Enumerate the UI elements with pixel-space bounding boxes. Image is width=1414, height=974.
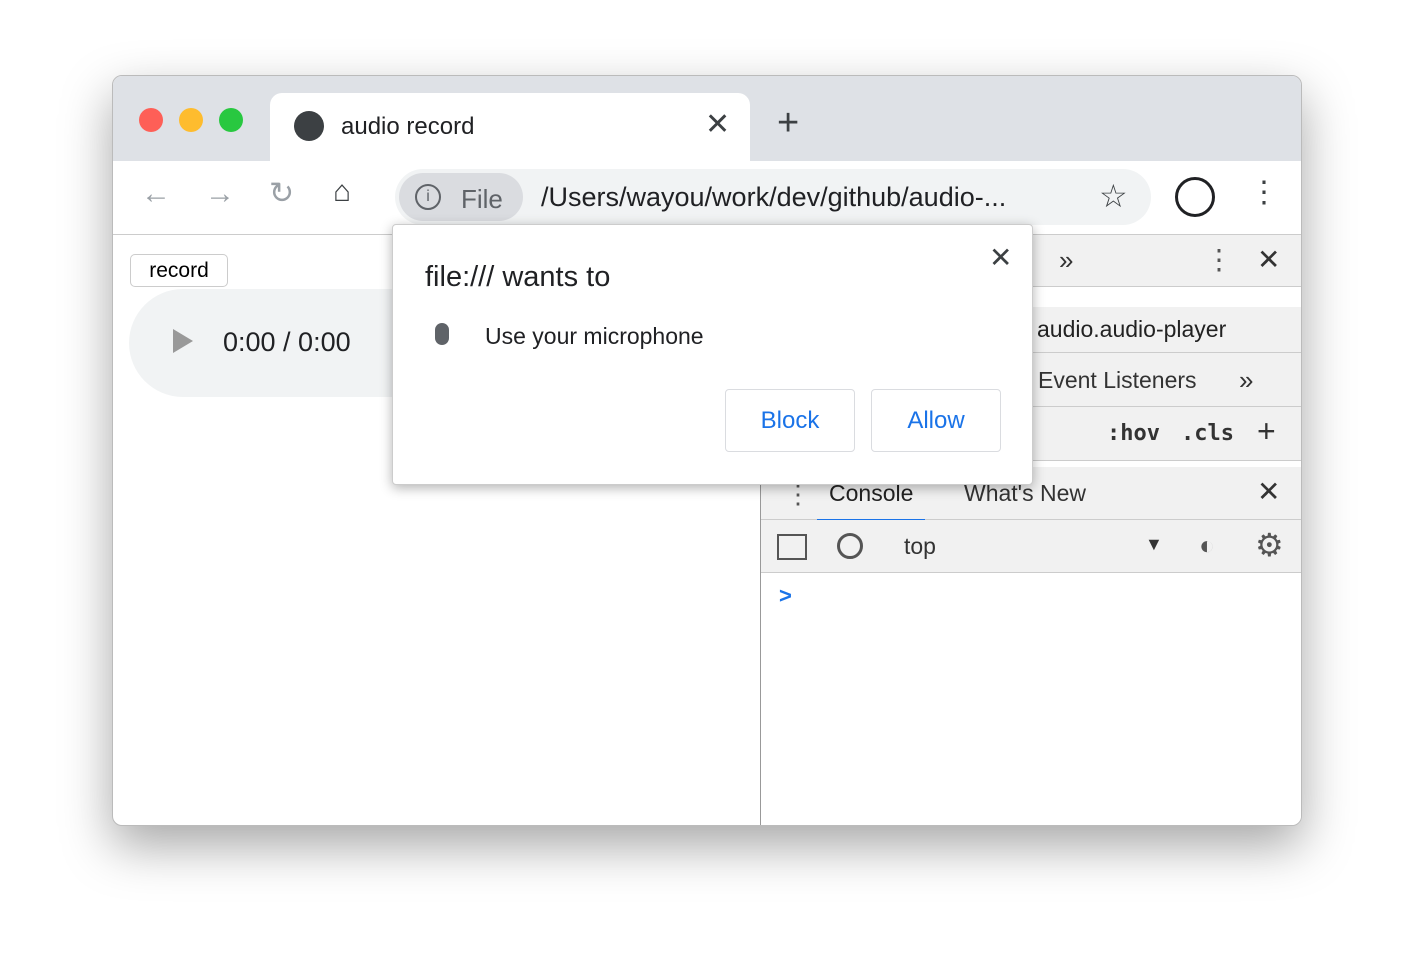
tab-title: audio record [341, 113, 475, 140]
site-info-chip[interactable]: i File [399, 173, 523, 221]
chip-label: File [461, 184, 503, 214]
omnibox[interactable]: i File /Users/wayou/work/dev/github/audi… [395, 169, 1151, 225]
bookmark-star-icon[interactable]: ☆ [1099, 177, 1128, 215]
incognito-avatar-icon[interactable] [1175, 177, 1215, 217]
devtools-menu-icon[interactable]: ⋮ [1205, 243, 1233, 276]
tab-strip: audio record ✕ + [113, 76, 1301, 161]
reload-icon[interactable]: ↻ [269, 176, 294, 211]
clear-console-icon[interactable] [837, 533, 863, 559]
block-button[interactable]: Block [725, 389, 855, 452]
globe-icon [294, 111, 324, 141]
more-tabs-icon[interactable]: » [1059, 245, 1073, 276]
microphone-icon [435, 323, 449, 345]
tab-audio-record[interactable]: audio record ✕ [270, 93, 750, 161]
close-drawer-icon[interactable]: ✕ [1257, 475, 1280, 508]
browser-window: audio record ✕ + ← → ↻ ⌂ i File /Users/w… [112, 75, 1302, 826]
live-expression-eye-icon[interactable]: ◐ [1199, 530, 1215, 561]
sidebar-toggle-icon[interactable] [777, 534, 807, 560]
close-tab-icon[interactable]: ✕ [705, 107, 730, 142]
permission-text: Use your microphone [485, 323, 704, 349]
cls-toggle[interactable]: .cls [1181, 421, 1234, 446]
dropdown-arrow-icon[interactable]: ▼ [1145, 534, 1163, 555]
close-dialog-icon[interactable]: ✕ [989, 241, 1012, 274]
zoom-window-button[interactable] [219, 108, 243, 132]
tab-event-listeners[interactable]: Event Listeners [1038, 367, 1197, 394]
player-time: 0:00 / 0:00 [223, 327, 351, 357]
info-icon: i [415, 184, 441, 210]
back-icon[interactable]: ← [141, 177, 171, 211]
allow-button[interactable]: Allow [871, 389, 1001, 452]
minimize-window-button[interactable] [179, 108, 203, 132]
breadcrumb-element[interactable]: audio.audio-player [1037, 316, 1226, 343]
console-toolbar: top ▼ ◐ ⚙ [761, 520, 1301, 573]
forward-icon[interactable]: → [205, 177, 235, 211]
context-selector[interactable]: top [904, 533, 936, 560]
home-icon[interactable]: ⌂ [333, 175, 351, 209]
new-tab-button[interactable]: + [777, 102, 799, 145]
more-sidebar-tabs-icon[interactable]: » [1239, 365, 1253, 396]
play-icon[interactable] [173, 329, 193, 353]
tab-console[interactable]: Console [817, 480, 926, 522]
permission-dialog: file:/// wants to ✕ Use your microphone … [392, 224, 1033, 485]
record-button[interactable]: record [130, 254, 228, 287]
console-prompt[interactable]: > [779, 583, 792, 609]
close-devtools-icon[interactable]: ✕ [1257, 243, 1280, 276]
menu-icon[interactable]: ⋮ [1249, 175, 1279, 210]
hov-toggle[interactable]: :hov [1107, 421, 1160, 446]
settings-gear-icon[interactable]: ⚙ [1255, 526, 1284, 564]
add-style-rule-icon[interactable]: + [1257, 413, 1276, 450]
close-window-button[interactable] [139, 108, 163, 132]
url-text: /Users/wayou/work/dev/github/audio-... [541, 182, 1007, 212]
dialog-title: file:/// wants to [425, 261, 611, 293]
